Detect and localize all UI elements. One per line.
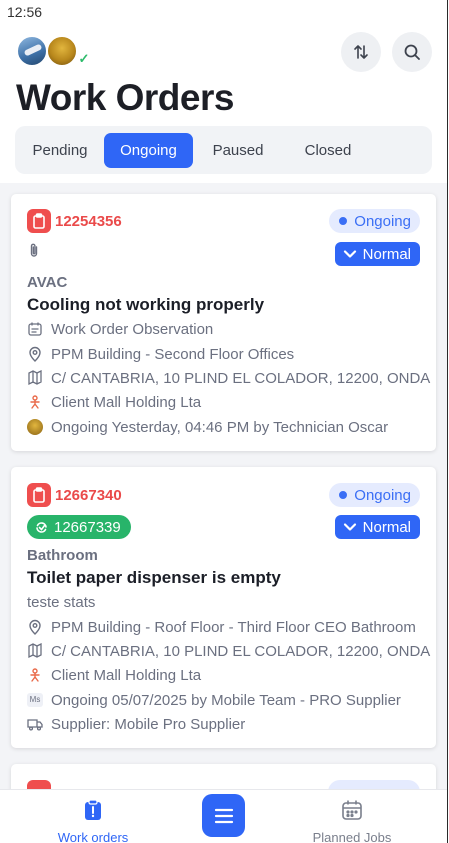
chevron-down-icon bbox=[343, 250, 356, 258]
status-time: 12:56 bbox=[7, 4, 43, 20]
avatar bbox=[16, 35, 48, 67]
observation-row: Work Order Observation bbox=[27, 319, 213, 339]
status-dot-icon bbox=[339, 217, 348, 225]
location-pin-icon bbox=[27, 346, 43, 362]
order-title: Toilet paper dispenser is empty bbox=[27, 568, 281, 587]
work-order-card[interactable]: 12254356 Ongoing Normal AVAC Cooling not… bbox=[11, 194, 436, 451]
clipboard-icon bbox=[27, 209, 51, 233]
client-icon bbox=[27, 667, 43, 683]
tab-ongoing[interactable]: Ongoing bbox=[104, 133, 193, 168]
order-id: 12667340 bbox=[27, 483, 122, 507]
sort-icon bbox=[354, 45, 368, 59]
app-screen: 12:56 ✓ Work Orders Pending Ongoing Paus… bbox=[0, 0, 448, 843]
order-id-text: 12254356 bbox=[55, 212, 122, 230]
location-row: PPM Building - Roof Floor - Third Floor … bbox=[27, 617, 416, 637]
status-tabs: Pending Ongoing Paused Closed bbox=[15, 126, 432, 174]
client-icon bbox=[27, 394, 43, 410]
tab-pending[interactable]: Pending bbox=[23, 133, 97, 168]
location-row: PPM Building - Second Floor Offices bbox=[27, 344, 294, 364]
status-badge: Ongoing bbox=[329, 483, 420, 507]
menu-icon bbox=[214, 808, 233, 823]
nav-work-orders[interactable]: Work orders bbox=[33, 790, 153, 843]
page-title: Work Orders bbox=[16, 77, 234, 118]
activity-row: Ongoing Yesterday, 04:46 PM by Technicia… bbox=[27, 417, 388, 437]
client-row: Client Mall Holding Lta bbox=[27, 392, 201, 412]
menu-button[interactable] bbox=[202, 794, 245, 837]
order-title: Cooling not working properly bbox=[27, 295, 265, 314]
address-row: C/ CANTABRIA, 10 PLIND EL COLADOR, 12200… bbox=[27, 641, 430, 661]
order-note: teste stats bbox=[27, 594, 96, 611]
supplier-row: Supplier: Mobile Pro Supplier bbox=[27, 714, 245, 734]
check-icon: ✓ bbox=[76, 51, 92, 67]
clipboard-icon bbox=[27, 483, 51, 507]
order-id-text: 12667340 bbox=[55, 486, 122, 504]
search-button[interactable] bbox=[392, 32, 432, 72]
priority-badge[interactable]: Normal bbox=[334, 515, 420, 539]
location-pin-icon bbox=[27, 619, 43, 635]
header: 12:56 ✓ Work Orders Pending Ongoing Paus… bbox=[0, 0, 447, 183]
tab-paused[interactable]: Paused bbox=[199, 133, 277, 168]
map-icon bbox=[27, 643, 43, 659]
chevron-down-icon bbox=[343, 523, 356, 531]
nav-planned-jobs[interactable]: Planned Jobs bbox=[292, 790, 412, 843]
client-row: Client Mall Holding Lta bbox=[27, 665, 201, 685]
paperclip-icon bbox=[28, 242, 40, 263]
map-icon bbox=[27, 370, 43, 386]
nav-planned-jobs-label: Planned Jobs bbox=[312, 830, 392, 843]
order-id: 12254356 bbox=[27, 209, 122, 233]
team-avatars[interactable]: ✓ bbox=[16, 35, 96, 67]
priority-badge[interactable]: Normal bbox=[334, 242, 420, 266]
team-avatar: Ms bbox=[27, 692, 43, 708]
search-icon bbox=[404, 44, 420, 60]
status-badge: Ongoing bbox=[329, 209, 420, 233]
work-orders-icon bbox=[85, 799, 101, 820]
link-icon bbox=[36, 521, 47, 533]
truck-icon bbox=[27, 716, 43, 732]
category-label: AVAC bbox=[27, 274, 68, 291]
technician-avatar bbox=[27, 419, 43, 435]
category-label: Bathroom bbox=[27, 547, 98, 564]
address-row: C/ CANTABRIA, 10 PLIND EL COLADOR, 12200… bbox=[27, 368, 430, 388]
tab-closed[interactable]: Closed bbox=[285, 133, 371, 168]
avatar bbox=[46, 35, 78, 67]
linked-order-badge[interactable]: 12667339 bbox=[27, 515, 131, 539]
work-order-card[interactable]: 12667340 Ongoing 12667339 Normal Bathroo… bbox=[11, 467, 436, 748]
calendar-icon bbox=[27, 321, 43, 337]
nav-work-orders-label: Work orders bbox=[57, 830, 129, 843]
activity-row: Ms Ongoing 05/07/2025 by Mobile Team - P… bbox=[27, 690, 401, 710]
sort-button[interactable] bbox=[341, 32, 381, 72]
calendar-icon bbox=[342, 800, 362, 820]
status-dot-icon bbox=[339, 491, 348, 499]
